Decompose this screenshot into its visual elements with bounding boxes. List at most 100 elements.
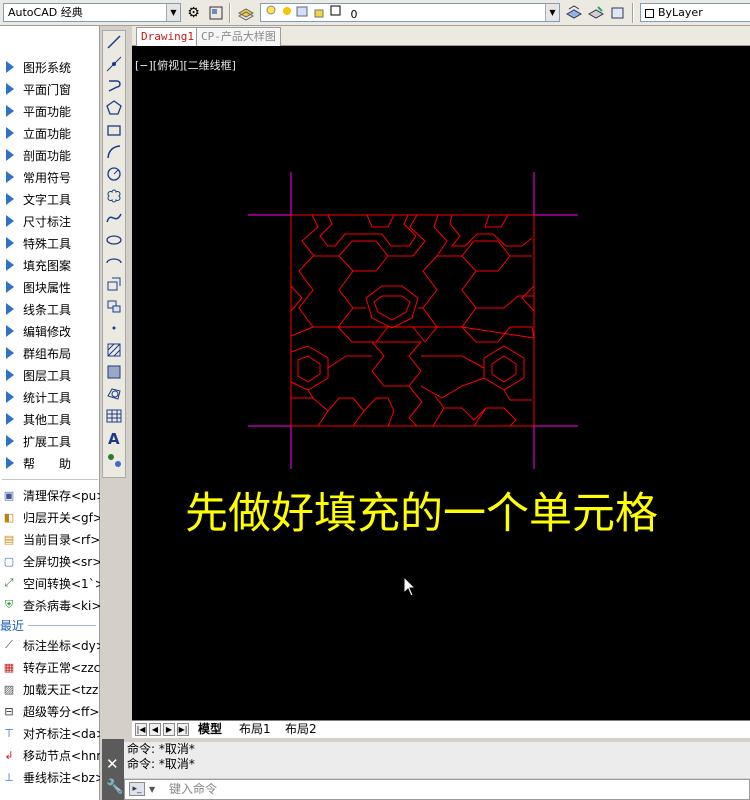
command-prompt-icon[interactable]: ▸_ bbox=[129, 782, 145, 796]
hatch-stroke bbox=[432, 407, 517, 427]
palette-menu-item[interactable]: 扩展工具 bbox=[0, 430, 100, 452]
palette-menu-item[interactable]: 平面门窗 bbox=[0, 78, 100, 100]
command-history-line: 命令: *取消* bbox=[127, 742, 195, 756]
chevron-down-icon[interactable]: ▼ bbox=[149, 780, 155, 799]
palette-recent-command[interactable]: ⊥ 垂线标注<bz> bbox=[0, 766, 100, 788]
layer-isolate-icon[interactable] bbox=[586, 3, 605, 22]
palette-recent-command[interactable]: ⊤ 对齐标注<da> bbox=[0, 722, 100, 744]
palette-command[interactable]: ⛨ 查杀病毒<ki> bbox=[0, 594, 100, 616]
tab-cp-detail[interactable]: CP-产品大样图 bbox=[196, 27, 281, 46]
palette-menu-label: 线条工具 bbox=[23, 302, 72, 317]
palette-menu-item[interactable]: 平面功能 bbox=[0, 100, 100, 122]
palette-menu-item[interactable]: 群组布局 bbox=[0, 342, 100, 364]
line-tool-icon[interactable] bbox=[103, 31, 125, 53]
palette-command[interactable]: ◧ 归层开关<gf> bbox=[0, 506, 100, 528]
last-layout-icon[interactable]: ▶| bbox=[177, 723, 189, 736]
fullscreen-icon: ▢ bbox=[3, 554, 15, 568]
polygon-tool-icon[interactable] bbox=[103, 97, 125, 119]
make-block-icon[interactable] bbox=[103, 295, 125, 317]
layer-walk-icon[interactable] bbox=[608, 3, 627, 22]
polyline-tool-icon[interactable] bbox=[103, 75, 125, 97]
tab-model[interactable]: 模型 bbox=[194, 721, 226, 738]
table-tool-icon[interactable] bbox=[103, 405, 125, 427]
palette-command[interactable]: ▢ 全屏切换<sr> bbox=[0, 550, 100, 572]
next-layout-icon[interactable]: ▶ bbox=[163, 723, 175, 736]
palette-command[interactable]: ⤢ 空间转换<1`> bbox=[0, 572, 100, 594]
arc-tool-icon[interactable] bbox=[103, 141, 125, 163]
hatch-stroke bbox=[503, 389, 532, 401]
palette-command[interactable]: ▤ 当前目录<rf> bbox=[0, 528, 100, 550]
gradient-tool-icon[interactable] bbox=[103, 361, 125, 383]
close-icon[interactable]: ✕ bbox=[106, 755, 119, 773]
palette-menu-item[interactable]: 其他工具 bbox=[0, 408, 100, 430]
expand-triangle-icon bbox=[6, 259, 14, 271]
layer-previous-icon[interactable] bbox=[564, 3, 583, 22]
point-tool-icon[interactable] bbox=[103, 317, 125, 339]
add-selected-icon[interactable] bbox=[103, 449, 125, 471]
hatch-cell bbox=[290, 214, 535, 427]
color-swatch bbox=[645, 8, 654, 18]
palette-command-label: 查杀病毒<ki> bbox=[23, 598, 100, 613]
palette-recent-command[interactable]: ⊟ 超级等分<ff> bbox=[0, 700, 100, 722]
tab-layout1[interactable]: 布局1 bbox=[235, 721, 275, 738]
workspace-settings-gear-icon[interactable]: ⚙ bbox=[184, 3, 203, 22]
first-layout-icon[interactable]: |◀ bbox=[135, 723, 147, 736]
perpendicular-dim-icon: ⊥ bbox=[4, 770, 14, 784]
palette-menu-label: 图块属性 bbox=[23, 280, 72, 295]
palette-recent-command[interactable]: ↲ 移动节点<hnn bbox=[0, 744, 100, 766]
command-input[interactable]: ▸_ ▼ 键入命令 bbox=[124, 779, 750, 800]
palette-recent-command[interactable]: ▦ 转存正常<zzc bbox=[0, 656, 100, 678]
palette-menu-item[interactable]: 编辑修改 bbox=[0, 320, 100, 342]
layer-value: 0 bbox=[350, 8, 358, 21]
expand-triangle-icon bbox=[6, 435, 14, 447]
palette-recent-command[interactable]: ▨ 加载天正<tzz bbox=[0, 678, 100, 700]
wrench-icon[interactable]: 🔧 bbox=[106, 779, 123, 795]
move-node-icon: ↲ bbox=[4, 748, 14, 762]
palette-menu-item[interactable]: 剖面功能 bbox=[0, 144, 100, 166]
ellipse-arc-icon[interactable] bbox=[103, 251, 125, 273]
layer-manager-icon[interactable] bbox=[236, 3, 255, 22]
palette-recent-command[interactable]: ⟋ 标注坐标<dy> bbox=[0, 634, 100, 656]
circle-tool-icon[interactable] bbox=[103, 163, 125, 185]
workspace-switch-icon[interactable] bbox=[206, 3, 225, 22]
workspace-dropdown[interactable]: AutoCAD 经典 ▼ bbox=[3, 3, 181, 22]
palette-menu-item[interactable]: 统计工具 bbox=[0, 386, 100, 408]
menu-list: 图形系统 平面门窗 平面功能 立面功能 剖面功能 常用符号 文字工具 尺寸标注 特殊工具 填充图案… bbox=[0, 56, 100, 788]
ellipse-tool-icon[interactable] bbox=[103, 229, 125, 251]
insert-block-icon[interactable] bbox=[103, 273, 125, 295]
palette-menu-item[interactable]: 填充图案 bbox=[0, 254, 100, 276]
command-line-handle: ✕ 🔧 bbox=[102, 739, 124, 800]
rectangle-tool-icon[interactable] bbox=[103, 119, 125, 141]
palette-menu-item[interactable]: 线条工具 bbox=[0, 298, 100, 320]
palette-menu-item[interactable]: 帮 助 bbox=[0, 452, 100, 474]
region-tool-icon[interactable] bbox=[103, 383, 125, 405]
palette-menu-item[interactable]: 图形系统 bbox=[0, 56, 100, 78]
construction-line-icon[interactable] bbox=[103, 53, 125, 75]
drawing-canvas[interactable]: [−][俯视][二维线框] 先做好填充的一个单元格 bbox=[132, 46, 750, 720]
palette-menu-item[interactable]: 立面功能 bbox=[0, 122, 100, 144]
multiline-text-icon[interactable]: A bbox=[103, 427, 125, 449]
palette-command-label: 当前目录<rf> bbox=[23, 532, 100, 547]
palette-menu-label: 图层工具 bbox=[23, 368, 72, 383]
palette-menu-item[interactable]: 特殊工具 bbox=[0, 232, 100, 254]
hatch-stroke bbox=[327, 355, 372, 369]
palette-command-label: 空间转换<1`> bbox=[23, 576, 100, 591]
hatch-stroke bbox=[484, 214, 509, 228]
palette-menu-item[interactable]: 图层工具 bbox=[0, 364, 100, 386]
tab-drawing1[interactable]: Drawing1 bbox=[136, 27, 199, 46]
palette-menu-item[interactable]: 图块属性 bbox=[0, 276, 100, 298]
mouse-cursor-icon bbox=[403, 576, 417, 597]
hatch-tool-icon[interactable] bbox=[103, 339, 125, 361]
palette-menu-item[interactable]: 尺寸标注 bbox=[0, 210, 100, 232]
palette-menu-item[interactable]: 常用符号 bbox=[0, 166, 100, 188]
palette-menu-item[interactable]: 文字工具 bbox=[0, 188, 100, 210]
hatch-stroke bbox=[291, 397, 395, 427]
revision-cloud-icon[interactable] bbox=[103, 185, 125, 207]
palette-command[interactable]: ▣ 清理保存<pu> bbox=[0, 484, 100, 506]
tab-layout2[interactable]: 布局2 bbox=[281, 721, 321, 738]
color-dropdown[interactable]: ByLayer bbox=[640, 3, 750, 22]
save-normal-icon: ▦ bbox=[3, 660, 15, 674]
prev-layout-icon[interactable]: ◀ bbox=[149, 723, 161, 736]
spline-tool-icon[interactable] bbox=[103, 207, 125, 229]
layer-dropdown[interactable]: 0 ▼ bbox=[260, 3, 560, 22]
